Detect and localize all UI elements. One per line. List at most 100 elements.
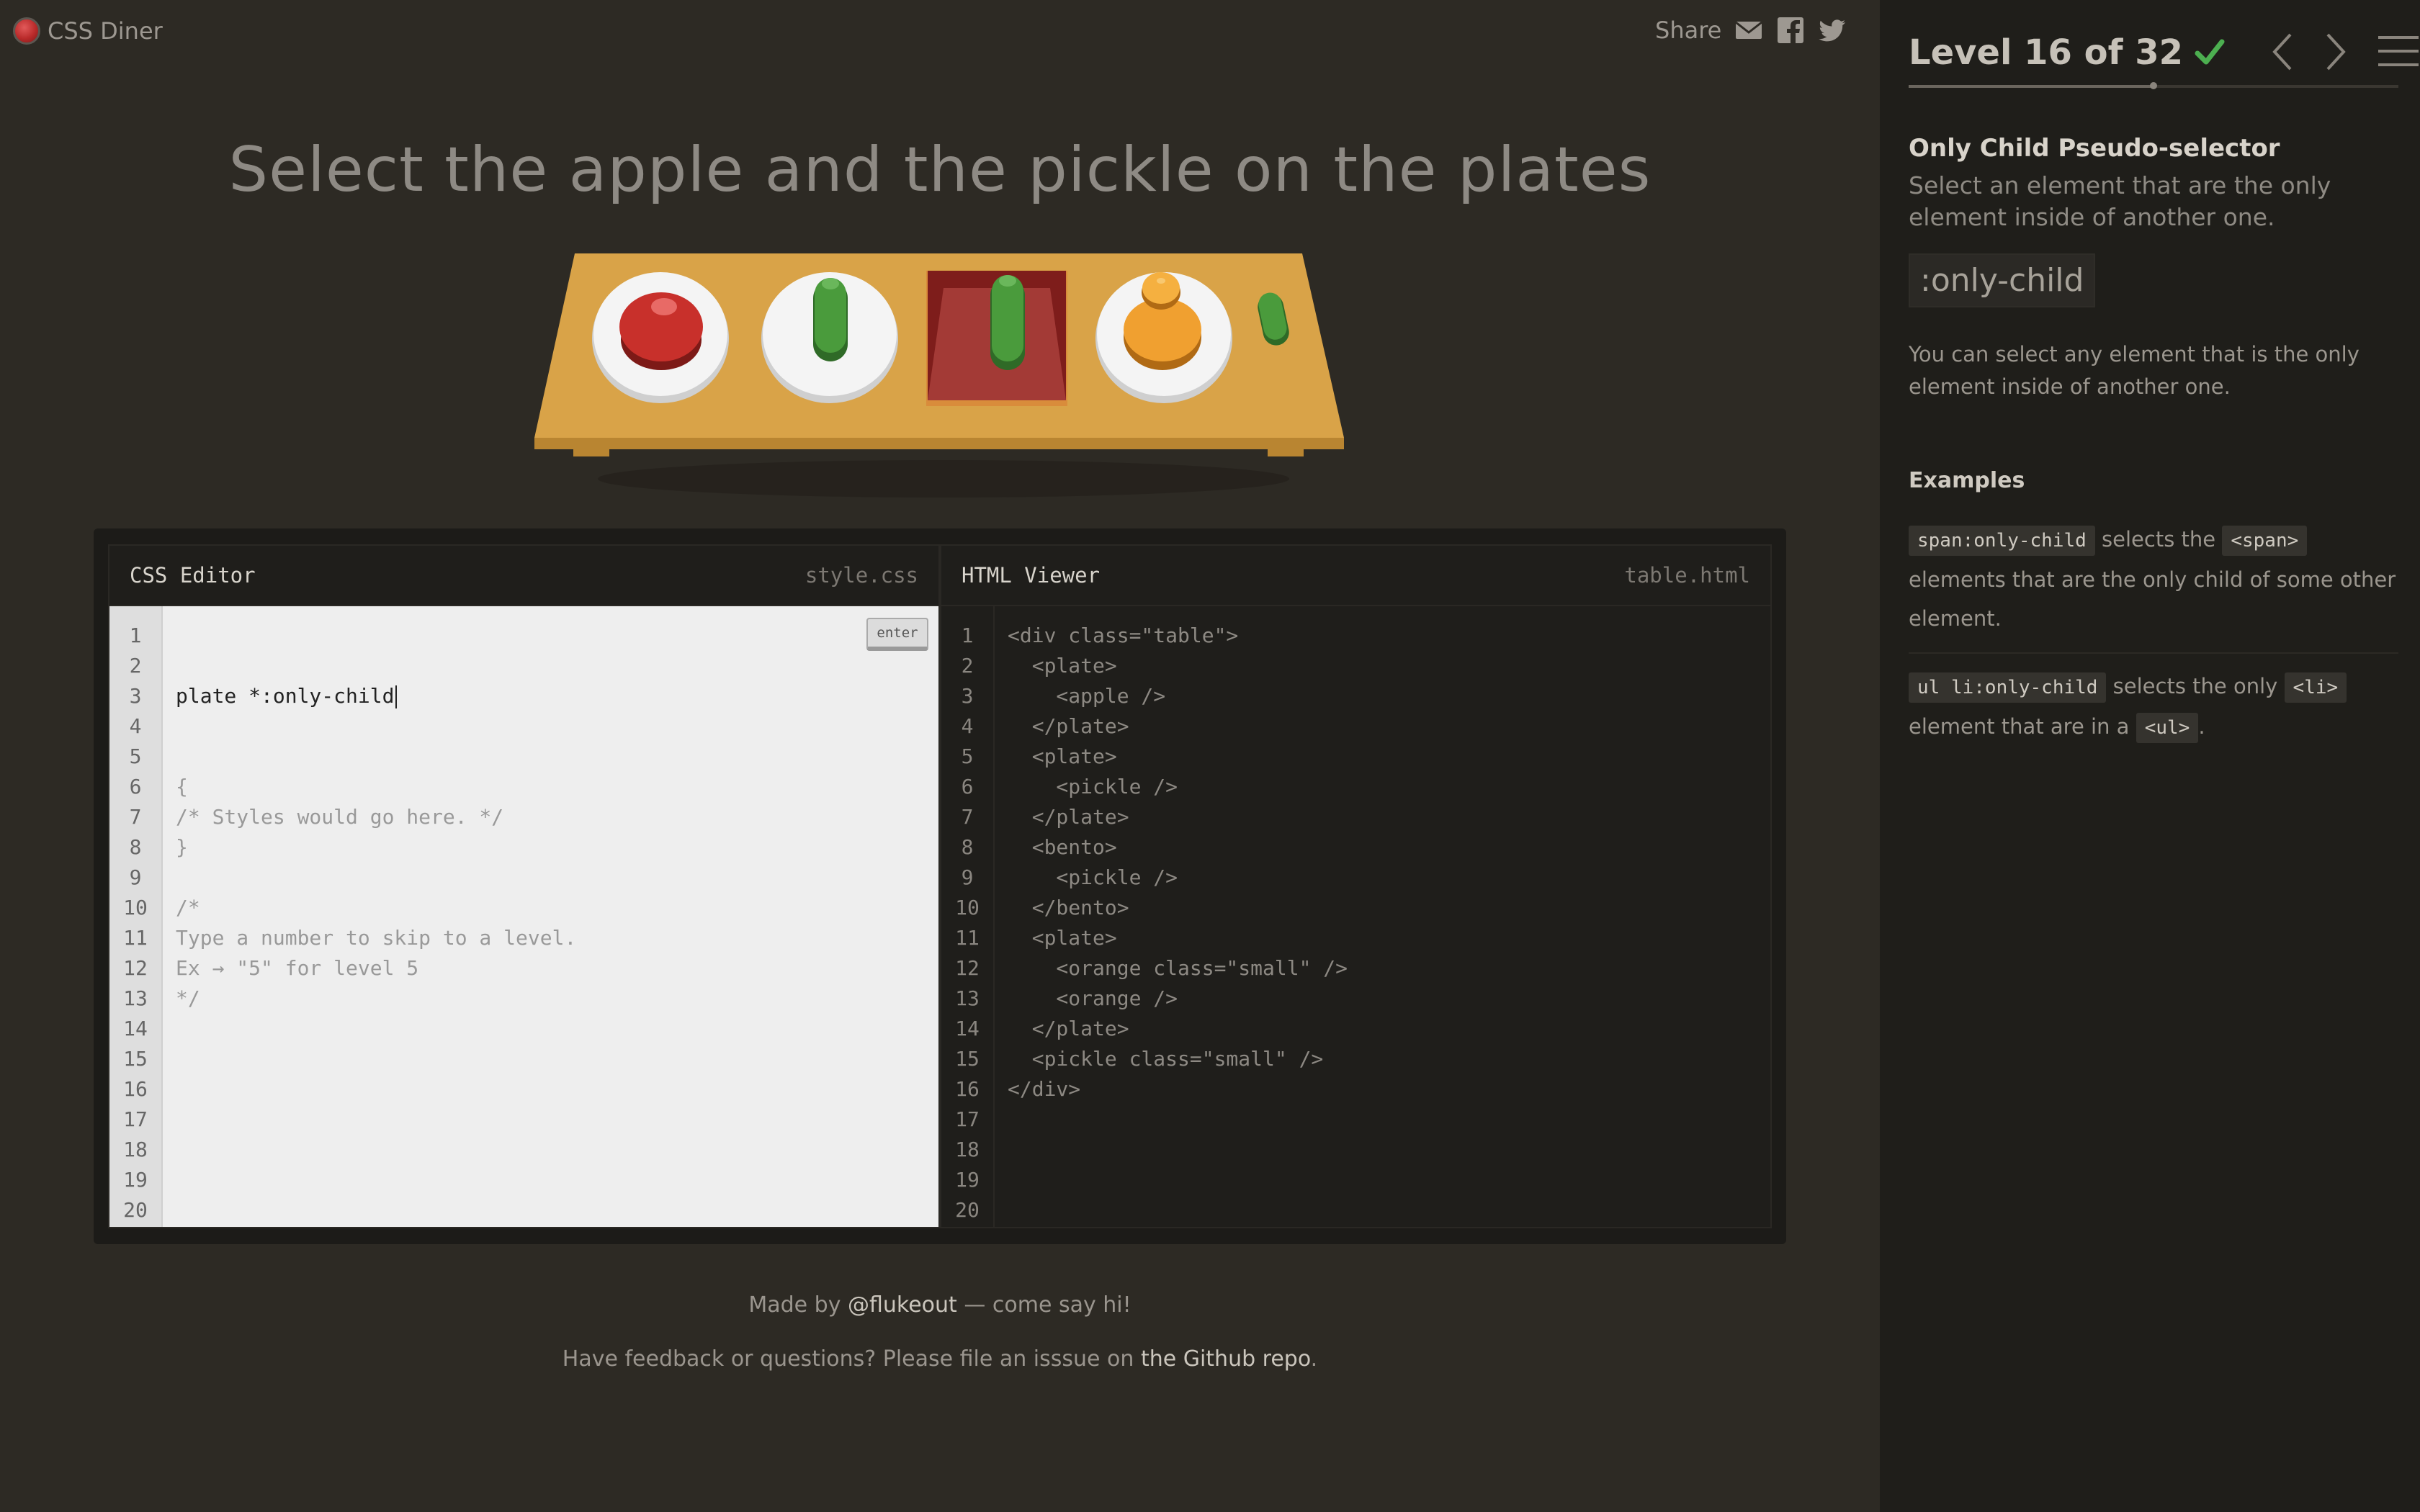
game-area: CSS Diner Share Select the apple and the… [0,0,1880,1512]
line-number: 10 [123,896,148,919]
line-number: 15 [955,1047,980,1071]
line-number: 3 [961,684,974,708]
line-number: 8 [961,835,974,859]
level-indicator: Level 16 of 32 [1909,32,2184,73]
example-1: span:only-child selects the <span> eleme… [1909,526,2396,631]
enter-button[interactable]: enter [866,618,928,651]
example-2: ul li:only-child selects the only <li> e… [1909,667,2398,747]
editor-panel: CSS Editor style.css 1 2 3 4 5 6 7 8 9 10 11 12 13 14… [94,528,1786,1244]
line-number: 18 [123,1138,148,1161]
html-line-numbers: 1 2 3 4 5 6 7 8 9 10 11 12 13 14 15 16 17 18 19 20 [941,606,995,1227]
css-line-numbers: 1 2 3 4 5 6 7 8 9 10 11 12 13 14 15 16 17 18 19 20 [109,606,163,1227]
line-number: 3 [129,684,142,708]
example-code: ul li:only-child [1909,672,2107,703]
selector-title: Select an element that are the only elem… [1909,171,2331,231]
plate-with-pickle[interactable] [761,272,898,403]
email-icon[interactable] [1734,16,1763,45]
html-code-line[interactable]: <pickle /> [1008,772,1770,802]
html-viewer-header: HTML Viewer table.html [941,546,1770,606]
line-number: 8 [129,835,142,859]
app-logo[interactable]: CSS Diner [13,17,163,45]
line-number: 20 [123,1198,148,1222]
bento-with-pickle[interactable] [926,271,1067,406]
facebook-icon[interactable] [1776,16,1805,45]
line-number: 5 [961,744,974,768]
html-code-line[interactable]: <plate> [1008,651,1770,681]
html-code-line[interactable]: <orange /> [1008,984,1770,1014]
css-editor-filename: style.css [805,563,918,588]
css-editor: CSS Editor style.css 1 2 3 4 5 6 7 8 9 10 11 12 13 14… [108,544,940,1228]
level-progress-bar [1909,82,2398,89]
html-code-line[interactable]: <apple /> [1008,681,1770,711]
css-code-line: /* Styles would go here. */ [176,805,504,829]
line-number: 2 [961,654,974,678]
html-code-line[interactable]: </plate> [1008,1014,1770,1044]
line-number: 6 [961,775,974,798]
css-editor-header: CSS Editor style.css [109,546,938,606]
line-number: 17 [955,1107,980,1131]
line-number: 14 [955,1017,980,1040]
chevron-left-icon[interactable] [2269,32,2298,72]
css-code-line: } [176,835,188,859]
html-code-line[interactable]: </bento> [1008,893,1770,923]
line-number: 10 [955,896,980,919]
plate-with-oranges[interactable] [1095,272,1232,403]
css-code-line: Ex → "5" for level 5 [176,956,419,980]
html-code-line[interactable]: <pickle /> [1008,863,1770,893]
line-number: 13 [955,986,980,1010]
chevron-right-icon[interactable] [2321,32,2349,72]
twitter-icon[interactable] [1818,16,1847,45]
line-number: 11 [123,926,148,950]
html-code-line[interactable]: <div class="table"> [1008,621,1770,651]
footer: Made by @flukeout — come say hi! Have fe… [0,1292,1880,1400]
html-viewer: HTML Viewer table.html 1 2 3 4 5 6 7 8 9 10 11 12 13… [940,544,1772,1228]
html-viewer-title: HTML Viewer [962,563,1101,588]
line-number: 2 [129,654,142,678]
line-number: 4 [961,714,974,738]
css-editor-title: CSS Editor [130,563,256,588]
line-number: 6 [129,775,142,798]
share-label: Share [1655,17,1722,44]
html-code-line[interactable]: <plate> [1008,742,1770,772]
html-code-line[interactable]: <orange class="small" /> [1008,953,1770,984]
css-diner-logo-icon [13,17,40,45]
html-code-line[interactable]: </div> [1008,1074,1770,1104]
css-selector-input[interactable]: plate *:only-child [176,681,938,711]
html-code-line[interactable]: <pickle class="small" /> [1008,1044,1770,1074]
selector-syntax: :only-child [1909,253,2096,307]
plate-with-apple[interactable] [592,272,729,403]
line-number: 1 [129,624,142,647]
examples-divider [1909,652,2398,654]
html-code-line[interactable]: </plate> [1008,802,1770,832]
selector-name: Only Child Pseudo-selector [1909,134,2280,163]
line-number: 19 [955,1168,980,1192]
line-number: 20 [955,1198,980,1222]
line-number: 19 [123,1168,148,1192]
html-code-line[interactable]: <bento> [1008,832,1770,863]
html-viewer-filename: table.html [1624,563,1750,588]
line-number: 7 [129,805,142,829]
example-tag: <li> [2284,672,2347,703]
flukeout-link[interactable]: @flukeout [848,1292,957,1318]
css-input-value[interactable]: plate *:only-child [176,684,394,708]
line-number: 12 [123,956,148,980]
line-number: 13 [123,986,148,1010]
css-code-line: { [176,775,188,798]
line-number: 7 [961,805,974,829]
html-code-line[interactable]: <plate> [1008,923,1770,953]
line-number: 18 [955,1138,980,1161]
level-sidebar: Level 16 of 32 Only Child Pseudo-selecto… [1880,0,2420,1512]
line-number: 15 [123,1047,148,1071]
line-number: 11 [955,926,980,950]
html-code-line[interactable]: </plate> [1008,711,1770,742]
css-code-line: */ [176,986,200,1010]
check-icon [2195,39,2225,65]
level-instruction: Select the apple and the pickle on the p… [228,133,1652,206]
examples-title: Examples [1909,468,2025,493]
css-code-line [176,863,938,893]
line-number: 4 [129,714,142,738]
hamburger-menu-icon[interactable] [2378,35,2419,68]
github-repo-link[interactable]: the Github repo [1141,1346,1311,1372]
css-code-line: Type a number to skip to a level. [176,926,577,950]
line-number: 9 [961,865,974,889]
